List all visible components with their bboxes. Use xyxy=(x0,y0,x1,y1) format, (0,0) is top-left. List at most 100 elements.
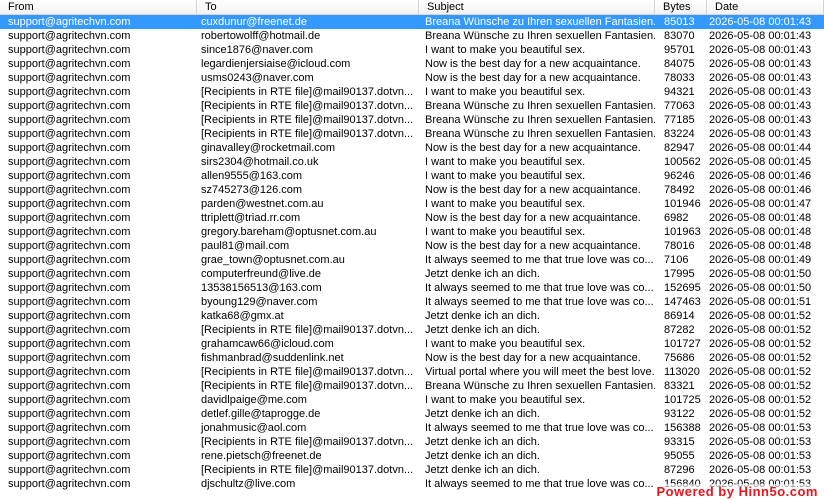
cell-subject: Now is the best day for a new acquaintan… xyxy=(425,72,641,84)
table-row[interactable]: support@agritechvn.com [Recipients in RTE… xyxy=(0,85,824,99)
cell-bytes: 87296 xyxy=(664,464,695,476)
table-row[interactable]: support@agritechvn.com computerfreund@liv… xyxy=(0,267,824,281)
cell-to: legardienjersiaise@icloud.com xyxy=(201,58,351,70)
table-row[interactable]: support@agritechvn.com legardienjersiaise… xyxy=(0,57,824,71)
cell-from: support@agritechvn.com xyxy=(8,422,131,434)
table-row[interactable]: support@agritechvn.com detlef.gille@tapro… xyxy=(0,407,824,421)
cell-bytes: 75686 xyxy=(664,352,695,364)
cell-bytes: 77063 xyxy=(664,100,695,112)
message-list[interactable]: From To Subject Bytes Date support@agrit… xyxy=(0,0,824,500)
table-row[interactable]: support@agritechvn.com paul81@mail.com Now… xyxy=(0,239,824,253)
column-header-bytes[interactable]: Bytes xyxy=(655,0,707,14)
cell-subject: Breana Wünsche zu Ihren sexuellen Fantas… xyxy=(425,100,655,112)
watermark: Powered by Hinn5o.com xyxy=(656,484,818,499)
cell-subject: Breana Wünsche zu Ihren sexuellen Fantas… xyxy=(425,128,655,140)
table-row[interactable]: support@agritechvn.com davidlpaige@me.com… xyxy=(0,393,824,407)
cell-bytes: 86914 xyxy=(664,310,695,322)
cell-from: support@agritechvn.com xyxy=(8,324,131,336)
table-row[interactable]: support@agritechvn.com katka68@gmx.at Jetz… xyxy=(0,309,824,323)
cell-bytes: 152695 xyxy=(664,282,701,294)
table-row[interactable]: support@agritechvn.com [Recipients in RTE… xyxy=(0,463,824,477)
cell-to: ginavalley@rocketmail.com xyxy=(201,142,336,154)
cell-subject: Jetzt denke ich an dich. xyxy=(425,324,540,336)
table-row[interactable]: support@agritechvn.com robertowolff@hotma… xyxy=(0,29,824,43)
table-row[interactable]: support@agritechvn.com parden@westnet.com… xyxy=(0,197,824,211)
cell-bytes: 84075 xyxy=(664,58,695,70)
list-body: support@agritechvn.com cuxdunur@freenet.d… xyxy=(0,15,824,491)
cell-date: 2026-05-08 00:01:52 xyxy=(709,310,812,322)
table-row[interactable]: support@agritechvn.com ttriplett@triad.rr… xyxy=(0,211,824,225)
cell-to: djschultz@live.com xyxy=(201,478,296,490)
table-row[interactable]: support@agritechvn.com [Recipients in RTE… xyxy=(0,127,824,141)
cell-date: 2026-05-08 00:01:45 xyxy=(709,156,812,168)
cell-date: 2026-05-08 00:01:50 xyxy=(709,282,812,294)
cell-to: paul81@mail.com xyxy=(201,240,290,252)
table-row[interactable]: support@agritechvn.com grae_town@optusnet… xyxy=(0,253,824,267)
cell-to: grae_town@optusnet.com.au xyxy=(201,254,345,266)
cell-subject: Now is the best day for a new acquaintan… xyxy=(425,352,641,364)
cell-date: 2026-05-08 00:01:43 xyxy=(709,16,812,28)
table-row[interactable]: support@agritechvn.com sirs2304@hotmail.c… xyxy=(0,155,824,169)
cell-subject: Breana Wünsche zu Ihren sexuellen Fantas… xyxy=(425,114,655,126)
cell-bytes: 17995 xyxy=(664,268,695,280)
table-row[interactable]: support@agritechvn.com [Recipients in RTE… xyxy=(0,379,824,393)
table-row[interactable]: support@agritechvn.com usms0243@naver.com… xyxy=(0,71,824,85)
cell-from: support@agritechvn.com xyxy=(8,380,131,392)
cell-bytes: 93122 xyxy=(664,408,695,420)
cell-date: 2026-05-08 00:01:47 xyxy=(709,198,812,210)
cell-bytes: 113020 xyxy=(664,366,700,378)
column-header-from[interactable]: From xyxy=(0,0,197,14)
table-row[interactable]: support@agritechvn.com since1876@naver.co… xyxy=(0,43,824,57)
cell-to: [Recipients in RTE file]@mail90137.dotvn… xyxy=(201,86,414,98)
cell-date: 2026-05-08 00:01:43 xyxy=(709,72,812,84)
table-row[interactable]: support@agritechvn.com rene.pietsch@freen… xyxy=(0,449,824,463)
cell-date: 2026-05-08 00:01:51 xyxy=(709,296,812,308)
cell-bytes: 77185 xyxy=(664,114,695,126)
table-row[interactable]: support@agritechvn.com [Recipients in RTE… xyxy=(0,323,824,337)
cell-date: 2026-05-08 00:01:46 xyxy=(709,184,812,196)
cell-to: [Recipients in RTE file]@mail90137.dotvn… xyxy=(201,464,414,476)
table-row[interactable]: support@agritechvn.com cuxdunur@freenet.d… xyxy=(0,15,824,29)
cell-bytes: 95055 xyxy=(664,450,695,462)
table-row[interactable]: support@agritechvn.com [Recipients in RTE… xyxy=(0,365,824,379)
cell-from: support@agritechvn.com xyxy=(8,156,131,168)
cell-from: support@agritechvn.com xyxy=(8,240,131,252)
cell-to: [Recipients in RTE file]@mail90137.dotvn… xyxy=(201,114,414,126)
cell-subject: Virtual portal where you will meet the b… xyxy=(425,366,655,378)
cell-bytes: 156388 xyxy=(664,422,701,434)
cell-bytes: 83224 xyxy=(664,128,695,140)
cell-bytes: 87282 xyxy=(664,324,695,336)
table-row[interactable]: support@agritechvn.com byoung129@naver.co… xyxy=(0,295,824,309)
column-header-date[interactable]: Date xyxy=(707,0,824,14)
cell-to: katka68@gmx.at xyxy=(201,310,284,322)
cell-from: support@agritechvn.com xyxy=(8,198,131,210)
table-row[interactable]: support@agritechvn.com [Recipients in RTE… xyxy=(0,435,824,449)
table-row[interactable]: support@agritechvn.com fishmanbrad@sudden… xyxy=(0,351,824,365)
cell-bytes: 78033 xyxy=(664,72,695,84)
cell-subject: Jetzt denke ich an dich. xyxy=(425,408,540,420)
cell-to: sz745273@126.com xyxy=(201,184,303,196)
column-header-subject[interactable]: Subject xyxy=(419,0,655,14)
table-row[interactable]: support@agritechvn.com sz745273@126.com No… xyxy=(0,183,824,197)
cell-to: [Recipients in RTE file]@mail90137.dotvn… xyxy=(201,100,414,112)
table-row[interactable]: support@agritechvn.com gregory.bareham@op… xyxy=(0,225,824,239)
cell-subject: I want to make you beautiful sex. xyxy=(425,226,586,238)
column-header-to[interactable]: To xyxy=(197,0,419,14)
table-row[interactable]: support@agritechvn.com [Recipients in RTE… xyxy=(0,113,824,127)
cell-from: support@agritechvn.com xyxy=(8,254,131,266)
cell-from: support@agritechvn.com xyxy=(8,408,131,420)
table-row[interactable]: support@agritechvn.com grahamcaw66@icloud… xyxy=(0,337,824,351)
cell-from: support@agritechvn.com xyxy=(8,86,131,98)
cell-subject: It always seemed to me that true love wa… xyxy=(425,254,654,266)
table-row[interactable]: support@agritechvn.com [Recipients in RTE… xyxy=(0,99,824,113)
cell-bytes: 83070 xyxy=(664,30,695,42)
table-row[interactable]: support@agritechvn.com 13538156513@163.co… xyxy=(0,281,824,295)
table-row[interactable]: support@agritechvn.com jonahmusic@aol.com… xyxy=(0,421,824,435)
cell-to: [Recipients in RTE file]@mail90137.dotvn… xyxy=(201,366,414,378)
table-row[interactable]: support@agritechvn.com allen9555@163.com I… xyxy=(0,169,824,183)
cell-date: 2026-05-08 00:01:43 xyxy=(709,100,812,112)
table-row[interactable]: support@agritechvn.com ginavalley@rocketm… xyxy=(0,141,824,155)
cell-to: computerfreund@live.de xyxy=(201,268,322,280)
cell-date: 2026-05-08 00:01:44 xyxy=(709,142,812,154)
cell-subject: Jetzt denke ich an dich. xyxy=(425,268,540,280)
